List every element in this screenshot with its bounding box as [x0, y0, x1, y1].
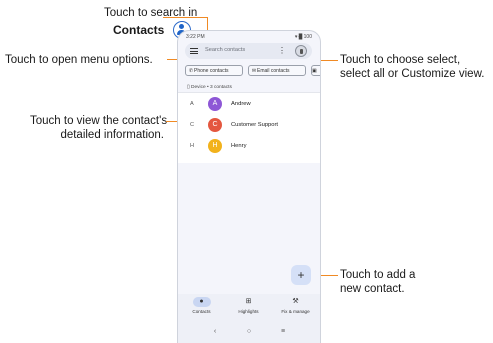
callout-view: Touch to view the contact's detailed inf… [30, 114, 168, 142]
nav-contacts-label: Contacts [192, 309, 211, 314]
device-label: Device • 3 contacts [190, 85, 232, 90]
contact-name: Customer Support [231, 122, 279, 128]
contact-name: Andrew [231, 101, 251, 107]
nav-contacts[interactable]: ● Contacts [178, 294, 225, 324]
nav-fix-manage[interactable]: ⚒ Fix & manage [272, 294, 319, 324]
more-vert-icon[interactable]: ⋮ [278, 46, 286, 56]
status-time: 3:22 PM [186, 34, 205, 40]
contacts-list: A A Andrew C C Customer Support H H Henr… [178, 92, 320, 163]
chip-phone-contacts[interactable]: ✆Phone contacts [185, 65, 243, 76]
callout-add-line1: Touch to add a [340, 269, 416, 281]
callout-choose: Touch to choose select, select all or Cu… [340, 53, 484, 81]
callout-choose-line1: Touch to choose select, [340, 54, 461, 66]
callout-view-line2: detailed information. [60, 129, 164, 141]
chip-more-label: ▣ [312, 68, 317, 74]
contact-row-henry[interactable]: H H Henry [178, 137, 320, 157]
callout-view-line1: Touch to view the contact's [30, 115, 168, 127]
callout-search-line2: Contacts [113, 23, 165, 37]
contact-row-customer-support[interactable]: C C Customer Support [178, 116, 320, 136]
contact-avatar: C [208, 118, 222, 132]
status-bar: 3:22 PM ▾∙█ 100 [178, 31, 320, 42]
nav-highlights[interactable]: ⊞ Highlights [225, 294, 272, 324]
callout-choose-line2: select all or Customize view. [340, 68, 485, 80]
contact-avatar: H [208, 139, 222, 153]
callout-search-contacts: Contacts [113, 23, 164, 37]
status-icons: ▾∙█ 100 [294, 34, 312, 40]
chip-email-label: Email contacts [257, 68, 290, 74]
recents-icon[interactable]: ≡ [278, 328, 288, 335]
leader-search-h [163, 17, 208, 18]
highlights-icon: ⊞ [245, 298, 252, 305]
search-input[interactable]: Search contacts [205, 47, 245, 53]
chip-more[interactable]: ▣ [311, 65, 320, 76]
nav-fix-manage-label: Fix & manage [281, 309, 310, 314]
device-icon: ▯ [187, 85, 190, 90]
callout-add-line2: new contact. [340, 283, 405, 295]
device-header: ▯ Device • 3 contacts [187, 85, 232, 90]
contact-name: Henry [231, 143, 247, 149]
wrench-icon: ⚒ [292, 298, 299, 305]
chip-email-contacts[interactable]: ✉Email contacts [248, 65, 306, 76]
filter-chips: ✆Phone contacts ✉Email contacts ▣ [185, 65, 320, 78]
callout-menu: Touch to open menu options. [5, 54, 153, 66]
add-contact-button[interactable]: + [291, 265, 311, 285]
menu-icon[interactable] [190, 48, 198, 54]
section-letter: A [190, 101, 194, 107]
search-bar[interactable]: Search contacts ⋮ [185, 43, 312, 59]
chip-phone-label: Phone contacts [194, 68, 229, 74]
section-letter: C [190, 122, 195, 128]
bottom-navigation: ● Contacts ⊞ Highlights ⚒ Fix & manage [178, 294, 320, 324]
home-icon[interactable]: ○ [244, 328, 254, 335]
account-avatar-icon[interactable] [295, 45, 307, 57]
person-icon: ● [192, 297, 211, 307]
back-icon[interactable]: ‹ [210, 328, 220, 335]
system-navigation: ‹ ○ ≡ [178, 324, 320, 343]
nav-highlights-label: Highlights [238, 309, 259, 314]
section-letter: H [190, 143, 195, 149]
contact-avatar: A [208, 97, 222, 111]
contact-row-andrew[interactable]: A A Andrew [178, 95, 320, 115]
phone-screen: 3:22 PM ▾∙█ 100 Search contacts ⋮ ✆Phone… [177, 30, 321, 343]
callout-add: Touch to add a new contact. [340, 268, 415, 296]
